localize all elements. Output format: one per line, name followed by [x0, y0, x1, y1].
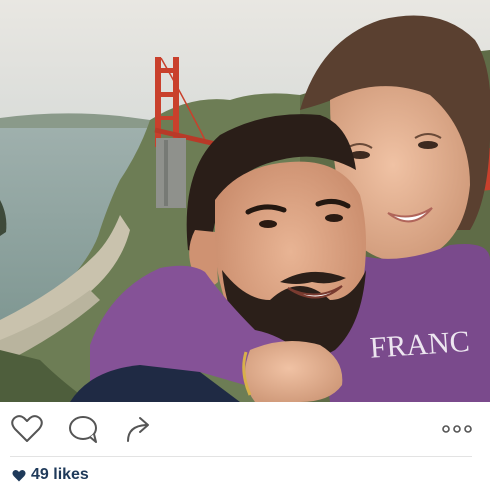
comment-button[interactable]: [66, 414, 100, 444]
likes-count[interactable]: 49 likes: [12, 466, 89, 484]
divider: [10, 456, 472, 457]
share-arrow-icon: [127, 417, 149, 442]
speech-bubble-icon: [69, 416, 97, 443]
post-actions-bar: [0, 402, 490, 454]
heart-filled-icon: [12, 469, 26, 481]
share-button[interactable]: [122, 414, 156, 444]
instagram-post: FRANC 49 likes: [0, 0, 490, 489]
sweatshirt-text: FRANC: [369, 325, 471, 365]
likes-label: 49 likes: [31, 466, 89, 483]
more-options-button[interactable]: [440, 418, 474, 440]
selfie-photo-illustration: FRANC: [0, 0, 490, 402]
ellipsis-icon: [442, 425, 472, 433]
like-button[interactable]: [10, 414, 44, 444]
post-photo[interactable]: FRANC: [0, 0, 490, 402]
heart-outline-icon: [11, 415, 43, 442]
